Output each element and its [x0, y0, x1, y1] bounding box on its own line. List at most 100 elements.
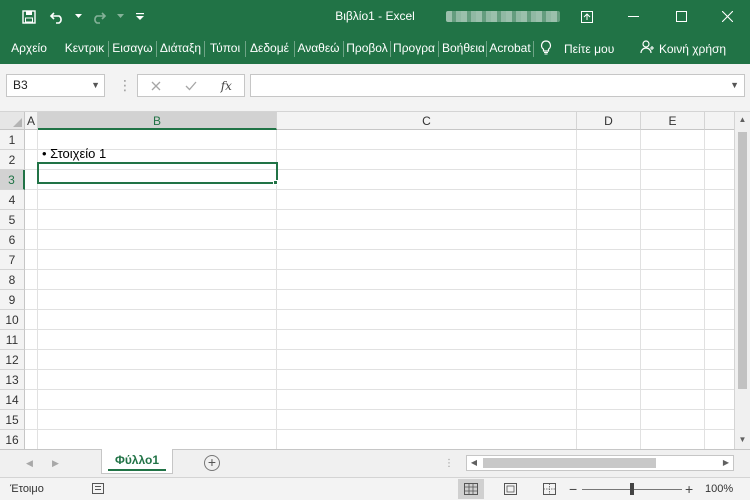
row-header-10[interactable]: 10: [0, 310, 25, 330]
person-add-icon: [640, 40, 655, 57]
name-box[interactable]: B3 ▼: [6, 74, 105, 97]
confirm-entry-icon[interactable]: [173, 75, 208, 96]
row-header-13[interactable]: 13: [0, 370, 25, 390]
row-header-1[interactable]: 1: [0, 130, 25, 150]
chevron-down-icon[interactable]: ▼: [91, 75, 100, 96]
expand-formula-bar-icon[interactable]: ▼: [730, 75, 739, 96]
tab-acrobat[interactable]: Acrobat: [489, 33, 531, 64]
sheet-tab-1[interactable]: Φύλλο1: [101, 449, 173, 474]
add-sheet-icon[interactable]: +: [204, 455, 220, 471]
row-header-6[interactable]: 6: [0, 230, 25, 250]
tab-home[interactable]: Κεντρικ: [63, 33, 106, 64]
gridline: [640, 130, 641, 449]
undo-dropdown-icon[interactable]: [70, 0, 86, 33]
column-header-e[interactable]: E: [641, 112, 705, 130]
tab-separator: [533, 41, 534, 57]
tab-developer[interactable]: Προγρα: [393, 33, 435, 64]
row-header-5[interactable]: 5: [0, 210, 25, 230]
save-icon[interactable]: [14, 0, 44, 33]
lightbulb-icon: [540, 39, 552, 58]
close-icon[interactable]: [704, 0, 750, 33]
column-header-c[interactable]: C: [277, 112, 577, 130]
formula-bar-splitter-icon[interactable]: ⋮: [118, 78, 132, 92]
normal-view-icon[interactable]: [458, 479, 484, 499]
vertical-scroll-thumb[interactable]: [738, 132, 747, 389]
next-sheet-icon[interactable]: ▶: [52, 450, 59, 476]
tab-separator: [245, 41, 246, 57]
macro-recording-icon[interactable]: [92, 483, 104, 494]
page-layout-view-icon[interactable]: [497, 479, 523, 499]
cell-b2[interactable]: • Στοιχείο 1: [42, 144, 106, 164]
row-header-15[interactable]: 15: [0, 410, 25, 430]
vertical-scrollbar[interactable]: ▲ ▼: [734, 112, 750, 449]
scroll-right-icon[interactable]: ▶: [719, 456, 733, 470]
status-bar: Έτοιμο − + 100%: [0, 477, 750, 500]
column-header-partial[interactable]: [705, 112, 735, 130]
fill-handle[interactable]: [273, 180, 278, 185]
worksheet-grid[interactable]: A B C D E 1 2 3 4 5 6 7 8 9 10 11 12 13 14 15 16 • Στοι…: [0, 112, 750, 449]
scroll-down-icon[interactable]: ▼: [735, 432, 750, 448]
status-text: Έτοιμο: [10, 483, 44, 495]
title-bar: Βιβλίο1 - Excel: [0, 0, 750, 33]
gridline: [25, 249, 735, 250]
horizontal-scrollbar[interactable]: ◀ ▶: [466, 455, 734, 471]
redo-icon[interactable]: [86, 0, 112, 33]
tab-insert[interactable]: Εισαγω: [111, 33, 154, 64]
tab-separator: [204, 41, 205, 57]
select-all-button[interactable]: [0, 112, 25, 130]
insert-function-button[interactable]: fx: [209, 75, 244, 96]
zoom-slider-thumb[interactable]: [630, 483, 634, 495]
undo-icon[interactable]: [44, 0, 70, 33]
zoom-out-icon[interactable]: −: [569, 478, 577, 500]
tab-review[interactable]: Αναθεώ: [297, 33, 340, 64]
zoom-level[interactable]: 100%: [705, 478, 733, 500]
row-header-7[interactable]: 7: [0, 250, 25, 270]
row-header-2[interactable]: 2: [0, 150, 25, 170]
gridline: [25, 329, 735, 330]
tab-data[interactable]: Δεδομέ: [248, 33, 291, 64]
zoom-in-icon[interactable]: +: [685, 478, 693, 500]
gridline: [25, 289, 735, 290]
column-header-a[interactable]: A: [25, 112, 38, 130]
scroll-left-icon[interactable]: ◀: [467, 456, 481, 470]
scroll-up-icon[interactable]: ▲: [735, 112, 750, 128]
tab-formulas[interactable]: Τύποι: [208, 33, 242, 64]
row-header-4[interactable]: 4: [0, 190, 25, 210]
row-header-12[interactable]: 12: [0, 350, 25, 370]
cancel-entry-icon[interactable]: [138, 75, 173, 96]
window-title: Βιβλίο1 - Excel: [335, 9, 415, 23]
previous-sheet-icon[interactable]: ◀: [26, 450, 33, 476]
tab-view[interactable]: Προβολ: [346, 33, 388, 64]
tab-file[interactable]: Αρχείο: [8, 33, 50, 64]
page-break-view-icon[interactable]: [536, 479, 562, 499]
minimize-icon[interactable]: [610, 0, 656, 33]
row-header-14[interactable]: 14: [0, 390, 25, 410]
tab-separator: [294, 41, 295, 57]
customize-qat-icon[interactable]: [128, 0, 152, 33]
gridline: [25, 429, 735, 430]
account-name-blurred[interactable]: [446, 11, 560, 22]
horizontal-scroll-thumb[interactable]: [483, 458, 656, 468]
row-header-9[interactable]: 9: [0, 290, 25, 310]
formula-bar: B3 ▼ ⋮ fx ▼: [0, 64, 750, 112]
active-cell-b3[interactable]: [37, 162, 278, 184]
formula-input[interactable]: ▼: [250, 74, 745, 97]
share-label: Κοινή χρήση: [659, 41, 727, 56]
row-header-3[interactable]: 3: [0, 170, 25, 190]
gridline: [25, 229, 735, 230]
tell-me-box[interactable]: Πείτε μου: [540, 33, 614, 64]
redo-dropdown-icon[interactable]: [112, 0, 128, 33]
row-header-16[interactable]: 16: [0, 430, 25, 449]
tab-page-layout[interactable]: Διάταξη: [159, 33, 202, 64]
row-header-11[interactable]: 11: [0, 330, 25, 350]
maximize-icon[interactable]: [658, 0, 704, 33]
column-header-b[interactable]: B: [38, 112, 277, 130]
row-header-8[interactable]: 8: [0, 270, 25, 290]
name-box-value: B3: [13, 78, 28, 92]
tab-splitter-icon[interactable]: ⋮: [444, 458, 455, 469]
share-button[interactable]: Κοινή χρήση: [640, 33, 726, 64]
ribbon-display-options-icon[interactable]: [564, 0, 610, 33]
column-header-d[interactable]: D: [577, 112, 641, 130]
formula-buttons: fx: [137, 74, 245, 97]
tab-help[interactable]: Βοήθεια: [442, 33, 484, 64]
